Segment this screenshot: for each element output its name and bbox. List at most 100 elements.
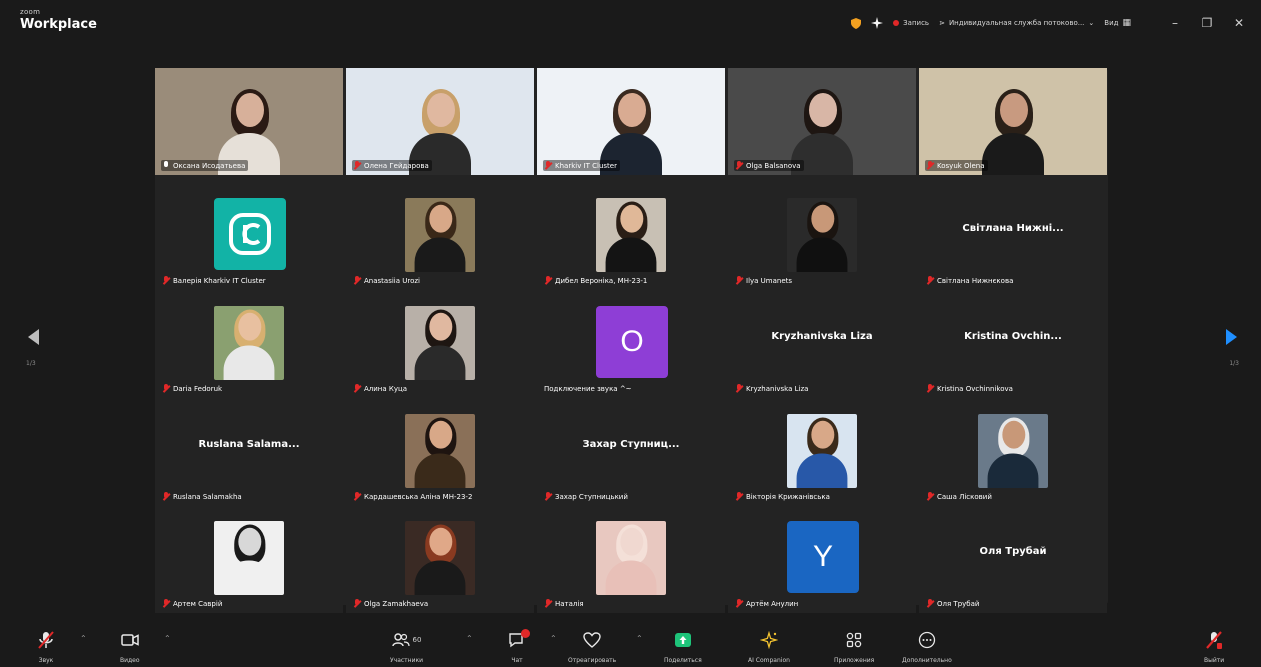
view-label: Вид — [1104, 19, 1119, 27]
view-button[interactable]: Вид ▦ — [1104, 18, 1131, 28]
avatar-photo — [978, 414, 1048, 488]
participant-name: Артем Саврій — [173, 599, 223, 608]
participant-name: Алина Куца — [364, 384, 408, 393]
participant-name: Кардашевська Аліна МН-23-2 — [364, 492, 473, 501]
mic-muted-icon — [353, 492, 361, 501]
restore-button[interactable]: ❐ — [1191, 16, 1223, 30]
record-indicator[interactable]: Запись — [893, 19, 929, 27]
participant-tile[interactable]: Ruslana Salama... Ruslana Salamakha — [155, 399, 343, 506]
interpretation-dropdown[interactable]: ⋗ Индивидуальная служба потоково... ⌄ — [939, 19, 1094, 27]
share-screen-icon — [674, 628, 692, 652]
chat-options-caret[interactable]: ⌃ — [550, 634, 557, 643]
share-button[interactable]: Поделиться — [664, 628, 702, 664]
audio-label: Звук — [38, 657, 54, 664]
participant-tile[interactable]: Кардашевська Аліна МН-23-2 — [346, 399, 534, 506]
react-button[interactable]: Отреагировать — [568, 628, 616, 664]
mic-muted-icon — [544, 161, 552, 170]
participants-count: 60 — [412, 636, 422, 644]
participant-tile[interactable]: Anastasiia Urozi — [346, 183, 534, 290]
mic-muted-icon — [735, 492, 743, 501]
participant-tile[interactable]: Світлана Нижні... Світлана Нижнєкова — [919, 183, 1107, 290]
more-button[interactable]: Дополнительно — [902, 628, 952, 664]
next-page-arrow[interactable] — [1226, 329, 1237, 345]
participant-tile[interactable]: О Подключение звука ^~ — [537, 291, 725, 398]
participants-button[interactable]: 60 Участники — [390, 628, 423, 664]
participant-tile[interactable]: Дибел Вероніка, МН-23-1 — [537, 183, 725, 290]
avatar-photo — [787, 198, 857, 272]
chevron-down-icon: ⌄ — [1088, 19, 1095, 27]
participant-tile[interactable]: Олена Гейдарова — [346, 68, 534, 175]
participant-name: Olga Balsanova — [746, 161, 801, 170]
mic-muted-icon — [926, 276, 934, 285]
participant-name-label: Кардашевська Аліна МН-23-2 — [352, 491, 475, 502]
participant-tile[interactable]: Ilya Umanets — [728, 183, 916, 290]
participant-tile[interactable]: Алина Куца — [346, 291, 534, 398]
participant-display-name: Kristina Ovchin... — [964, 331, 1062, 342]
avatar-photo — [405, 414, 475, 488]
participant-tile[interactable]: Оля Трубай Оля Трубай — [919, 506, 1107, 613]
participant-name-label: Kristina Ovchinnikova — [925, 383, 1016, 394]
participant-tile[interactable]: Kharkiv IT Cluster — [537, 68, 725, 175]
participant-tile[interactable]: Вікторія Крижанівська — [728, 399, 916, 506]
participant-name-label: Ruslana Salamakha — [161, 491, 245, 502]
participant-tile[interactable]: Daria Fedoruk — [155, 291, 343, 398]
participant-tile[interactable]: Y Артём Анулин — [728, 506, 916, 613]
previous-page-arrow[interactable] — [28, 329, 39, 345]
ai-sparkle-icon[interactable] — [871, 17, 884, 29]
leave-button[interactable]: Выйти — [1204, 628, 1224, 664]
security-shield-icon[interactable] — [851, 17, 862, 29]
participant-tile[interactable]: Артем Саврій — [155, 506, 343, 613]
participant-name: Оля Трубай — [937, 599, 980, 608]
restore-icon: ❐ — [1201, 16, 1213, 30]
participant-tile[interactable]: Olga Zamakhaeva — [346, 506, 534, 613]
mic-muted-icon — [926, 492, 934, 501]
app-logo: zoom Workplace — [20, 9, 97, 32]
react-icon — [583, 628, 601, 652]
participant-figure — [411, 308, 468, 380]
participant-name: Ilya Umanets — [746, 276, 793, 285]
participant-name-label: Артём Анулин — [734, 598, 801, 609]
chat-button[interactable]: Чат — [508, 628, 530, 664]
participant-name: Anastasiia Urozi — [364, 276, 420, 285]
participant-display-name: Ruslana Salama... — [198, 439, 300, 450]
participant-name-label: Захар Ступницький — [543, 491, 631, 502]
cluster-logo-icon — [214, 198, 286, 270]
mic-muted-icon — [926, 384, 934, 393]
react-options-caret[interactable]: ⌃ — [636, 634, 643, 643]
close-button[interactable]: ✕ — [1223, 16, 1255, 30]
mic-muted-icon — [735, 599, 743, 608]
participant-tile[interactable]: Kristina Ovchin... Kristina Ovchinnikova — [919, 291, 1107, 398]
participant-tile[interactable]: Захар Ступниц... Захар Ступницький — [537, 399, 725, 506]
leave-label: Выйти — [1204, 657, 1225, 664]
video-button[interactable]: Видео — [120, 628, 140, 664]
mic-muted-icon — [544, 492, 552, 501]
participant-tile[interactable]: Валерія Kharkiv IT Cluster — [155, 183, 343, 290]
participant-name: Саша Лісковий — [937, 492, 992, 501]
ai-companion-button[interactable]: AI Companion — [748, 628, 790, 664]
audio-button[interactable]: Звук — [38, 628, 54, 664]
participant-tile[interactable]: Kosyuk Olena — [919, 68, 1107, 175]
participant-name: Світлана Нижнєкова — [937, 276, 1014, 285]
avatar-photo — [787, 414, 857, 488]
participant-name-label: Anastasiia Urozi — [352, 275, 423, 286]
mic-muted-icon — [926, 599, 934, 608]
participants-label: Участники — [390, 657, 424, 664]
audio-options-caret[interactable]: ⌃ — [80, 634, 87, 643]
video-options-caret[interactable]: ⌃ — [164, 634, 171, 643]
participant-name: Olga Zamakhaeva — [364, 599, 429, 608]
participant-tile[interactable]: Olga Balsanova — [728, 68, 916, 175]
participant-tile[interactable]: Оксана Исодатьева — [155, 68, 343, 175]
gallery-view: Оксана Исодатьева Олена Гейдарова Kharkiv … — [155, 68, 1108, 613]
mic-muted-icon — [544, 276, 552, 285]
ai-companion-icon — [759, 628, 778, 652]
minimize-button[interactable]: – — [1159, 16, 1191, 30]
participant-tile[interactable]: Саша Лісковий — [919, 399, 1107, 506]
camera-icon — [121, 628, 139, 652]
participant-name: Kharkiv IT Cluster — [555, 161, 617, 170]
participant-name-label: Наталія — [543, 598, 587, 609]
apps-button[interactable]: Приложения — [834, 628, 874, 664]
participant-tile[interactable]: Kryzhanivska Liza Kryzhanivska Liza — [728, 291, 916, 398]
mic-muted-icon — [162, 384, 170, 393]
participants-options-caret[interactable]: ⌃ — [466, 634, 473, 643]
participant-tile[interactable]: Наталія — [537, 506, 725, 613]
